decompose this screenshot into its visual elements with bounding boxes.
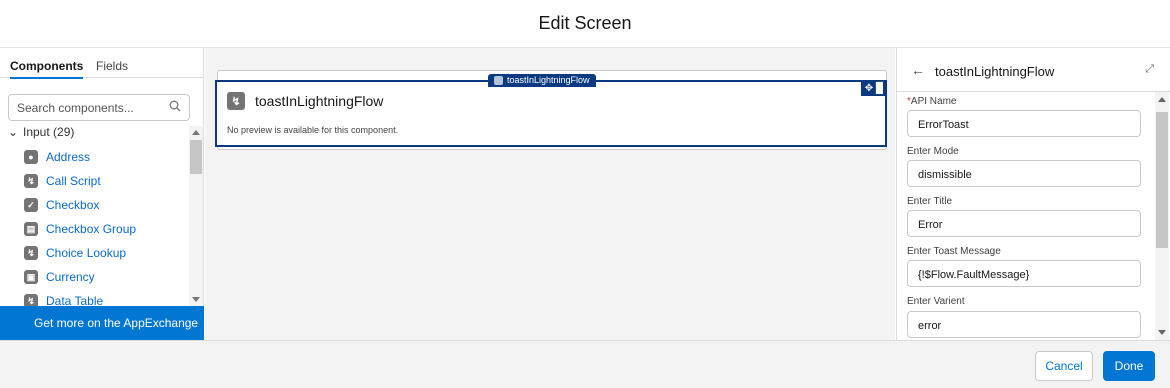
scroll-up-arrow-icon[interactable]	[1158, 97, 1166, 102]
list-item[interactable]: ▣ Currency	[24, 265, 95, 289]
enter-title-label: Enter Title	[907, 196, 953, 207]
list-item[interactable]: ● Address	[24, 145, 90, 169]
component-list: ● Address ↯ Call Script ✓ Checkbox ▤ Checkbo…	[0, 145, 188, 307]
component-list-scrollbar[interactable]	[189, 126, 203, 306]
badge-label: toastInLightningFlow	[507, 75, 590, 85]
properties-panel: ← toastInLightningFlow ⤢ *API Name Error…	[896, 48, 1170, 340]
toast-message-label: Enter Toast Message	[907, 246, 1001, 257]
done-button[interactable]: Done	[1103, 351, 1155, 381]
back-arrow-icon[interactable]: ←	[911, 62, 925, 78]
list-item[interactable]: ✓ Checkbox	[24, 193, 99, 217]
properties-header: ← toastInLightningFlow ⤢	[897, 48, 1170, 92]
enter-mode-field[interactable]: dismissible	[907, 160, 1141, 187]
component-label: Address	[46, 150, 91, 164]
toast-message-field[interactable]: {!$Flow.FaultMessage}	[907, 260, 1141, 287]
varient-field[interactable]: error	[907, 311, 1141, 338]
scrollbar-thumb[interactable]	[190, 140, 202, 174]
component-label: Checkbox	[46, 198, 100, 212]
api-name-label: *API Name	[907, 96, 956, 107]
lightning-icon	[494, 76, 503, 85]
scroll-down-arrow-icon[interactable]	[192, 297, 200, 302]
properties-scrollbar[interactable]	[1155, 92, 1169, 340]
selected-component-badge: toastInLightningFlow	[488, 74, 596, 87]
component-label: Checkbox Group	[46, 222, 137, 236]
component-toolbar: ✥ █	[860, 82, 887, 96]
cancel-button[interactable]: Cancel	[1035, 351, 1093, 381]
lightning-icon: ↯	[24, 174, 38, 188]
enter-mode-label: Enter Mode	[907, 146, 959, 157]
delete-icon[interactable]: █	[876, 83, 883, 94]
panel-tabs: Components Fields	[0, 48, 203, 79]
field-label-text: API Name	[910, 96, 957, 107]
tab-fields[interactable]: Fields	[96, 59, 128, 73]
group-label: Input (29)	[23, 125, 75, 139]
search-input[interactable]: Search components...	[8, 94, 190, 121]
component-label: Call Script	[46, 174, 101, 188]
tab-components[interactable]: Components	[10, 59, 84, 79]
list-item[interactable]: ↯ Call Script	[24, 169, 101, 193]
list-item[interactable]: ↯ Data Table	[24, 289, 103, 307]
lightning-icon: ↯	[24, 246, 38, 260]
modal-footer: Cancel Done	[0, 340, 1170, 388]
appexchange-button[interactable]: Get more on the AppExchange	[0, 306, 204, 340]
checkbox-icon: ✓	[24, 198, 38, 212]
modal-header: Edit Screen	[0, 0, 1170, 48]
list-item[interactable]: ↯ Choice Lookup	[24, 241, 126, 265]
scrollbar-thumb[interactable]	[1156, 112, 1168, 248]
move-icon[interactable]: ✥	[865, 83, 873, 94]
list-item[interactable]: ▤ Checkbox Group	[24, 217, 136, 241]
preview-text: No preview is available for this compone…	[227, 125, 399, 135]
scroll-up-arrow-icon[interactable]	[192, 130, 200, 135]
map-pin-icon: ●	[24, 150, 38, 164]
screen-canvas: toastInLightningFlow ✥ █ ↯ toastInLightn…	[205, 48, 895, 340]
modal-title: Edit Screen	[538, 13, 632, 33]
properties-title: toastInLightningFlow	[935, 64, 1055, 79]
component-label: Currency	[46, 270, 95, 284]
varient-label: Enter Varient	[907, 296, 965, 307]
search-icon	[169, 100, 181, 112]
chevron-down-icon: ⌄	[8, 125, 19, 139]
search-placeholder: Search components...	[17, 101, 134, 115]
component-label: Choice Lookup	[46, 246, 127, 260]
input-group-toggle[interactable]: ⌄ Input (29)	[8, 125, 74, 139]
component-name: toastInLightningFlow	[255, 93, 384, 109]
enter-title-field[interactable]: Error	[907, 210, 1141, 237]
currency-icon: ▣	[24, 270, 38, 284]
components-panel: Components Fields Search components... ⌄…	[0, 48, 204, 340]
expand-icon[interactable]: ⤢	[1145, 63, 1154, 76]
api-name-field[interactable]: ErrorToast	[907, 110, 1141, 137]
selected-component[interactable]: toastInLightningFlow ✥ █ ↯ toastInLightn…	[215, 74, 887, 147]
scroll-down-arrow-icon[interactable]	[1158, 330, 1166, 335]
lightning-icon: ↯	[227, 92, 245, 110]
checkbox-group-icon: ▤	[24, 222, 38, 236]
